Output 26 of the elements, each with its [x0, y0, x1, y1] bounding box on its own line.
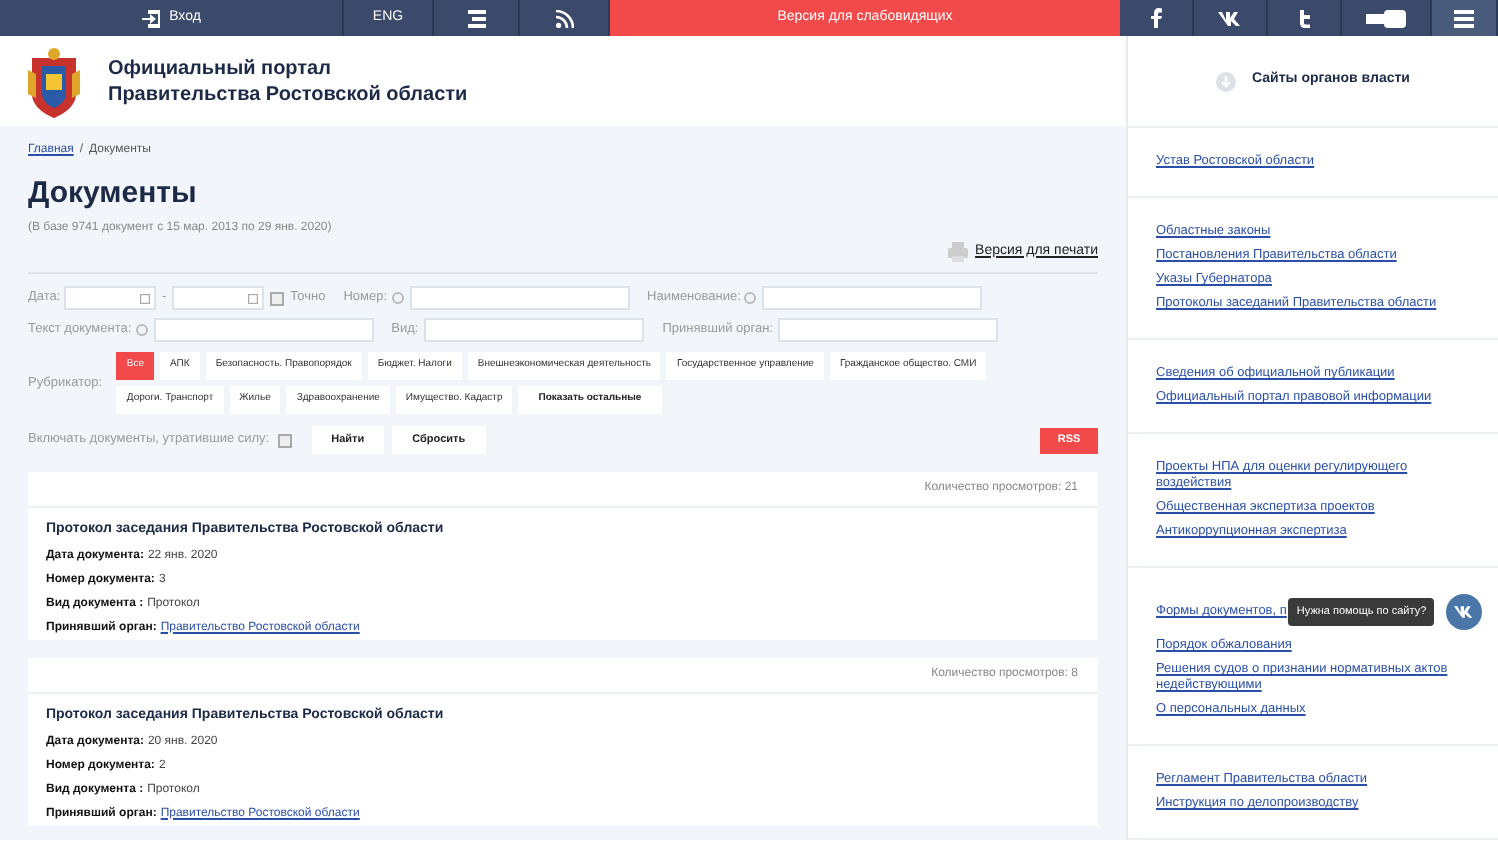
vk-icon [1454, 606, 1475, 618]
login-icon [141, 9, 160, 27]
input-field[interactable] [153, 318, 374, 342]
coat-of-arms-icon [24, 45, 84, 117]
menu-icon[interactable] [1454, 9, 1474, 27]
input-field[interactable] [424, 318, 645, 342]
input-field[interactable] [409, 286, 630, 310]
vk-chat-button[interactable] [1446, 594, 1483, 630]
input-field[interactable] [64, 286, 156, 310]
twitter-icon[interactable] [1297, 9, 1311, 27]
rss-icon[interactable] [555, 9, 573, 27]
vk-icon[interactable] [1218, 11, 1242, 25]
calendar-icon [140, 293, 150, 303]
printer-icon [947, 241, 968, 262]
input-field[interactable] [778, 318, 999, 342]
list-icon[interactable] [467, 9, 485, 27]
input-field[interactable] [762, 286, 983, 310]
download-icon [1216, 71, 1236, 91]
page-title: Документы [28, 174, 199, 214]
site-title: Правительства Ростовской области [108, 81, 468, 107]
calendar-icon [248, 293, 259, 303]
facebook-icon[interactable] [1150, 8, 1162, 28]
input-field[interactable] [172, 286, 265, 310]
checkbox[interactable] [277, 433, 292, 447]
checkbox[interactable] [270, 291, 285, 305]
site-title: Официальный портал [108, 55, 333, 81]
